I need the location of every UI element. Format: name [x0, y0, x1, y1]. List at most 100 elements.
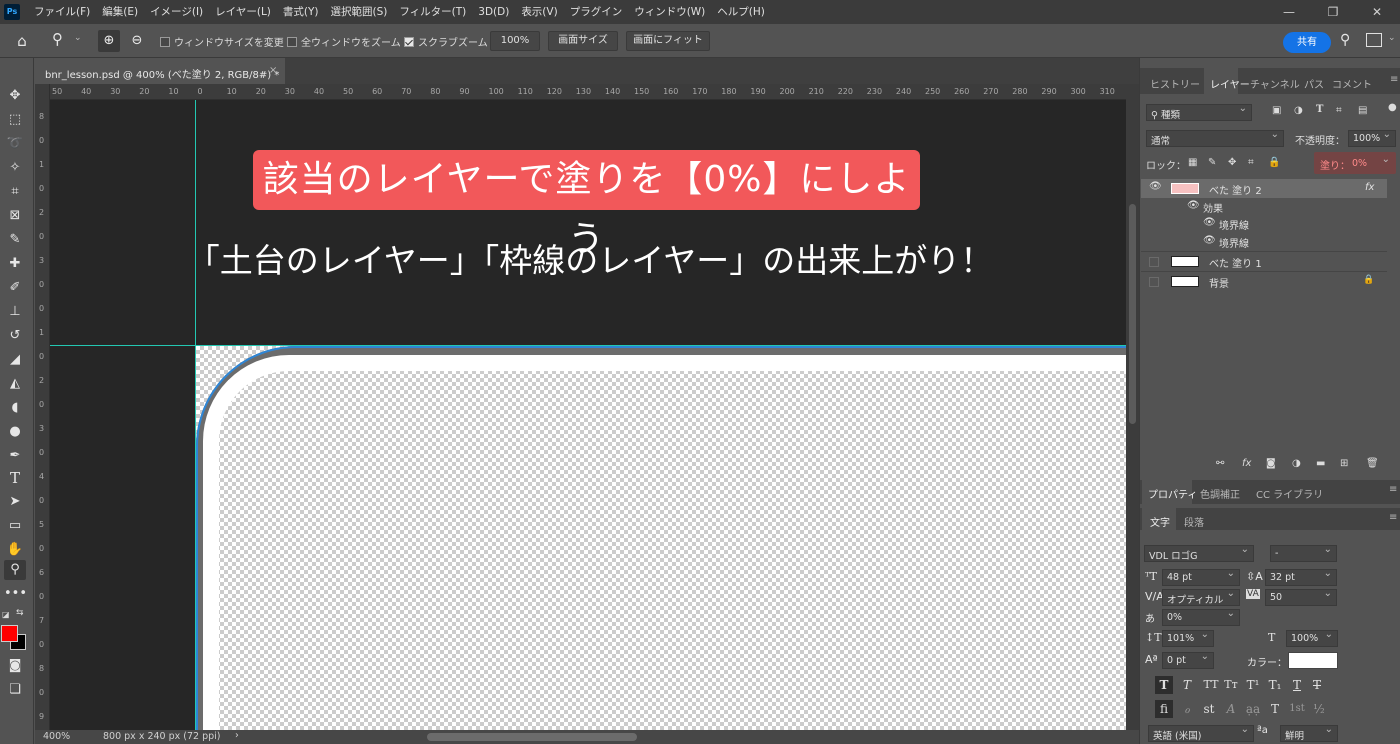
kerning-field[interactable]: オプティカル — [1162, 588, 1240, 606]
pen-tool-icon[interactable]: ✒ — [4, 446, 26, 466]
marquee-tool-icon[interactable]: ⬚ — [4, 110, 26, 130]
effect-stroke-row[interactable]: 👁 境界線 — [1141, 233, 1387, 251]
strikethrough-icon[interactable]: T — [1308, 676, 1326, 694]
stylistic-alternates-icon[interactable]: ạạ — [1244, 700, 1262, 718]
share-button[interactable]: 共有 — [1283, 32, 1331, 53]
zoom-tool-preset-icon[interactable]: ⚲ — [52, 30, 63, 48]
effects-row[interactable]: 👁 効果 — [1141, 198, 1387, 216]
chevron-down-icon[interactable]: ⌄ — [74, 33, 82, 43]
menu-edit[interactable]: 編集(E) — [96, 0, 144, 24]
effect-stroke-row[interactable]: 👁 境界線 — [1141, 215, 1387, 233]
horizontal-scroll-thumb[interactable] — [427, 733, 637, 741]
guide-vertical[interactable] — [195, 100, 196, 730]
font-size-field[interactable]: 48 pt — [1162, 568, 1240, 586]
superscript-icon[interactable]: T¹ — [1244, 676, 1262, 694]
delete-layer-icon[interactable]: 🗑 — [1366, 458, 1379, 469]
link-layers-icon[interactable]: ⚯ — [1216, 458, 1224, 469]
lock-artboard-icon[interactable]: ⌗ — [1248, 157, 1254, 168]
fill-screen-button[interactable]: 画面にフィット — [626, 31, 710, 51]
fit-screen-button[interactable]: 画面サイズ — [548, 31, 618, 51]
move-tool-icon[interactable]: ✥ — [4, 86, 26, 106]
tab-comments[interactable]: コメント — [1332, 76, 1372, 91]
menu-view[interactable]: 表示(V) — [515, 0, 563, 24]
layer-name[interactable]: 背景 — [1209, 275, 1229, 290]
zoom-out-icon[interactable]: ⊖ — [126, 30, 148, 52]
magic-wand-icon[interactable]: ✧ — [4, 158, 26, 178]
filter-toggle-icon[interactable]: ● — [1388, 102, 1397, 113]
search-icon[interactable]: ⚲ — [1340, 32, 1350, 48]
filter-adjustment-icon[interactable]: ◑ — [1294, 105, 1303, 116]
menu-3d[interactable]: 3D(D) — [472, 0, 515, 24]
close-icon[interactable]: ✕ — [1354, 0, 1400, 24]
subscript-icon[interactable]: T₁ — [1266, 676, 1284, 694]
antialias-dropdown[interactable]: 鮮明 — [1280, 724, 1338, 742]
text-color-swatch[interactable] — [1288, 652, 1338, 669]
more-tools-icon[interactable]: ••• — [4, 584, 27, 604]
font-style-dropdown[interactable]: - — [1270, 544, 1337, 562]
fractions-icon[interactable]: ½ — [1310, 700, 1328, 718]
lock-position-icon[interactable]: ✥ — [1228, 157, 1236, 168]
quick-mask-icon[interactable]: ◙ — [4, 656, 26, 676]
layer-filter-dropdown[interactable]: ⚲ 種類 — [1146, 103, 1252, 121]
add-style-icon[interactable]: fx — [1242, 458, 1251, 469]
visibility-off-box[interactable] — [1149, 257, 1159, 267]
language-dropdown[interactable]: 英語 (米国) — [1148, 724, 1254, 742]
panel-menu-icon[interactable]: ≡ — [1390, 74, 1398, 85]
crop-tool-icon[interactable]: ⌗ — [4, 182, 26, 202]
tsume-field[interactable]: 0% — [1162, 608, 1240, 626]
menu-type[interactable]: 書式(Y) — [277, 0, 325, 24]
underline-icon[interactable]: T — [1288, 676, 1306, 694]
status-menu-arrow-icon[interactable]: › — [235, 730, 239, 741]
baseline-shift-field[interactable]: 0 pt — [1162, 651, 1214, 669]
zoom-level[interactable]: 400% — [43, 731, 70, 742]
tab-paths[interactable]: パス — [1304, 76, 1324, 91]
workspace-icon[interactable] — [1366, 33, 1382, 47]
lock-transparency-icon[interactable]: ▦ — [1188, 157, 1197, 168]
tab-channels[interactable]: チャンネル — [1250, 76, 1300, 91]
visibility-eye-icon[interactable]: 👁 — [1149, 181, 1162, 192]
type-tool-icon[interactable]: T — [4, 468, 26, 488]
tab-paragraph[interactable]: 段落 — [1184, 514, 1204, 529]
healing-brush-icon[interactable]: ✚ — [4, 254, 26, 274]
tracking-field[interactable]: 50 — [1265, 588, 1337, 606]
faux-italic-icon[interactable]: T — [1178, 676, 1196, 694]
titling-icon[interactable]: T — [1266, 700, 1284, 718]
workspace-chevron-icon[interactable]: ⌄ — [1388, 33, 1396, 43]
new-group-icon[interactable]: ▬ — [1316, 458, 1325, 469]
menu-layer[interactable]: レイヤー(L) — [209, 0, 277, 24]
blur-tool-icon[interactable]: ◖ — [4, 398, 26, 418]
screen-mode-icon[interactable]: ❏ — [4, 680, 26, 700]
menu-help[interactable]: ヘルプ(H) — [711, 0, 771, 24]
stroke-eye-icon[interactable]: 👁 — [1203, 217, 1216, 228]
horizontal-scale-field[interactable]: 100% — [1286, 629, 1338, 647]
minimize-icon[interactable]: — — [1266, 0, 1312, 24]
layer-name[interactable]: べた 塗り 1 — [1209, 255, 1262, 270]
character-menu-icon[interactable]: ≡ — [1389, 512, 1397, 523]
new-layer-icon[interactable]: ⊞ — [1340, 458, 1348, 469]
opacity-field[interactable]: 100% — [1348, 129, 1396, 147]
resize-windows-checkbox[interactable]: ウィンドウサイズを変更 — [160, 34, 284, 49]
layer-name[interactable]: べた 塗り 2 — [1209, 182, 1262, 197]
menu-plugins[interactable]: プラグイン — [564, 0, 629, 24]
default-colors-icon[interactable]: ◪ — [2, 610, 10, 619]
dodge-tool-icon[interactable]: ● — [4, 422, 26, 442]
zoom-100-button[interactable]: 100% — [490, 31, 540, 51]
menu-image[interactable]: イメージ(I) — [144, 0, 209, 24]
eyedropper-icon[interactable]: ✎ — [4, 230, 26, 250]
frame-tool-icon[interactable]: ⊠ — [4, 206, 26, 226]
leading-field[interactable]: 32 pt — [1265, 568, 1337, 586]
small-caps-icon[interactable]: Tт — [1222, 676, 1240, 694]
hand-tool-icon[interactable]: ✋ — [4, 540, 26, 560]
vertical-scale-field[interactable]: 101% — [1162, 629, 1214, 647]
tab-properties[interactable]: プロパティ — [1148, 486, 1197, 501]
close-tab-icon[interactable]: × — [269, 65, 277, 76]
faux-bold-icon[interactable]: T — [1155, 676, 1173, 694]
discretionary-ligature-icon[interactable]: st — [1200, 700, 1218, 718]
stroke-eye-icon[interactable]: 👁 — [1203, 235, 1216, 246]
old-style-icon[interactable]: ℴ — [1178, 700, 1196, 718]
foreground-color-swatch[interactable] — [1, 625, 18, 642]
lasso-tool-icon[interactable]: ➰ — [4, 134, 26, 154]
lock-pixels-icon[interactable]: ✎ — [1208, 157, 1216, 168]
path-selection-icon[interactable]: ➤ — [4, 492, 26, 512]
blend-mode-dropdown[interactable]: 通常 — [1146, 129, 1284, 147]
